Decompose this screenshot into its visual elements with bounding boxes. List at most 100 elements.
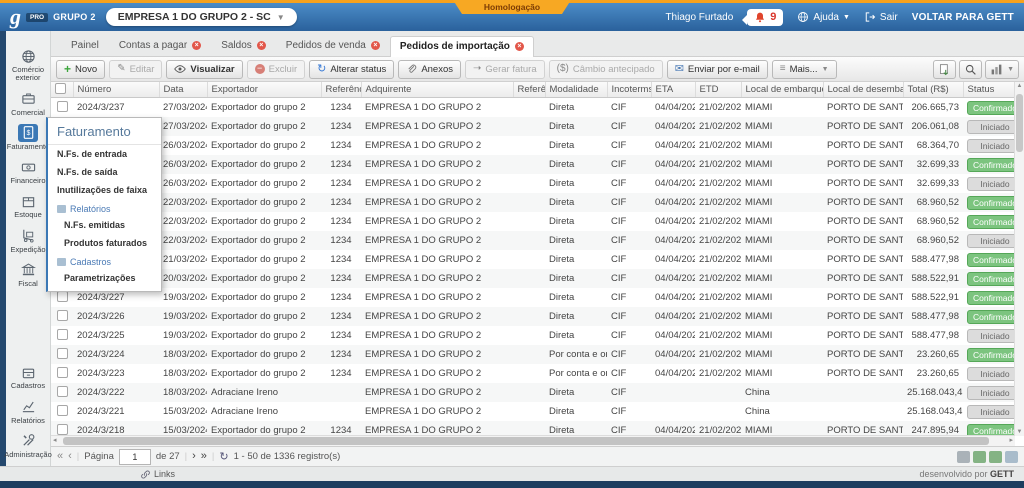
prev-page-button[interactable]: ‹ (68, 451, 72, 462)
row-checkbox[interactable] (57, 310, 68, 321)
row-checkbox[interactable] (57, 348, 68, 359)
last-page-button[interactable]: » (201, 451, 207, 462)
back-to-gett-link[interactable]: VOLTAR PARA GETT (912, 12, 1014, 23)
delete-button[interactable]: −Excluir (247, 60, 306, 79)
row-checkbox[interactable] (57, 367, 68, 378)
row-checkbox[interactable] (57, 101, 68, 112)
table-row[interactable]: 2024/3/22318/03/2024Exportador do grupo … (51, 364, 1014, 383)
cell-refer-ncia: 1234 (321, 117, 361, 136)
links-bar: Links desenvolvido por GETT (0, 466, 1024, 481)
vertical-scroll-thumb[interactable] (1016, 94, 1023, 152)
new-button[interactable]: +Novo (56, 60, 105, 79)
cell-local-de-embarque: MIAMI (741, 117, 823, 136)
table-row[interactable]: 2024/3/22719/03/2024Exportador do grupo … (51, 288, 1014, 307)
table-row[interactable]: 2024/3/23022/03/2024Exportador do grupo … (51, 231, 1014, 250)
tab-close-icon[interactable]: × (371, 41, 380, 50)
attachments-button[interactable]: Anexos (398, 60, 461, 79)
flyout-item-produtos-faturados[interactable]: Produtos faturados (48, 234, 161, 252)
advance-exchange-button[interactable]: ($)Câmbio antecipado (549, 60, 663, 79)
flyout-item-n-fs-de-entrada[interactable]: N.Fs. de entrada (48, 145, 161, 163)
table-row[interactable]: 2024/3/23727/03/2024Exportador do grupo … (51, 98, 1014, 118)
tab-close-icon[interactable]: × (192, 41, 201, 50)
search-button[interactable] (959, 60, 982, 79)
table-row[interactable]: 2024/3/22418/03/2024Exportador do grupo … (51, 345, 1014, 364)
chevron-down-icon: ▼ (843, 14, 850, 21)
flyout-item-parametriza-es[interactable]: Parametrizações (48, 269, 161, 287)
links-button[interactable]: Links (140, 469, 175, 480)
select-all-checkbox[interactable] (55, 83, 66, 94)
scroll-down-icon[interactable]: ▼ (1015, 429, 1024, 435)
tab-close-icon[interactable]: × (257, 41, 266, 50)
logout-button[interactable]: Sair (864, 11, 898, 23)
table-row[interactable]: 2024/3/23326/03/2024Exportador do grupo … (51, 174, 1014, 193)
print-icon[interactable] (957, 451, 970, 463)
export-csv-icon[interactable] (1005, 451, 1018, 463)
table-row[interactable]: 2024/3/22115/03/2024Adraciane IrenoEMPRE… (51, 402, 1014, 421)
row-checkbox[interactable] (57, 329, 68, 340)
tab-pedidos-de-importa-o[interactable]: Pedidos de importação× (390, 36, 534, 57)
sidebar-item-fiscal[interactable]: Fiscal (6, 261, 51, 288)
edit-button[interactable]: ✎Editar (109, 60, 162, 79)
flyout-item-n-fs-emitidas[interactable]: N.Fs. emitidas (48, 216, 161, 234)
company-selector[interactable]: EMPRESA 1 DO GRUPO 2 - SC ▼ (106, 8, 297, 26)
scroll-right-icon[interactable]: ▸ (1009, 436, 1013, 446)
table-row[interactable]: 2024/3/22519/03/2024Exportador do grupo … (51, 326, 1014, 345)
next-page-button[interactable]: › (192, 451, 196, 462)
view-button[interactable]: Visualizar (166, 60, 242, 79)
tab-saldos[interactable]: Saldos× (211, 35, 276, 56)
export-ods-icon[interactable] (989, 451, 1002, 463)
send-email-button[interactable]: ✉Enviar por e-mail (667, 60, 768, 79)
tab-painel[interactable]: Painel (61, 35, 109, 56)
select-all-header[interactable] (51, 82, 73, 98)
row-checkbox[interactable] (57, 386, 68, 397)
sidebar-item-estoque[interactable]: Estoque (6, 192, 51, 219)
flyout-item-n-fs-de-sa-da[interactable]: N.Fs. de saída (48, 163, 161, 181)
tab-contas-a-pagar[interactable]: Contas a pagar× (109, 35, 211, 56)
scroll-up-icon[interactable]: ▲ (1015, 83, 1024, 89)
change-status-button[interactable]: ↻Alterar status (309, 60, 394, 79)
sidebar-item-faturamento[interactable]: $ Faturamento (6, 124, 51, 151)
chart-view-button[interactable]: ▼ (985, 60, 1019, 79)
table-row[interactable]: 2024/3/23526/03/2024Exportador do grupo … (51, 136, 1014, 155)
column-header-refer-ncia: Referência (513, 82, 545, 98)
export-xls-icon[interactable] (973, 451, 986, 463)
table-row[interactable]: 2024/3/22921/03/2024Exportador do grupo … (51, 250, 1014, 269)
sidebar-item-cadastros[interactable]: Cadastros (6, 363, 51, 390)
row-checkbox[interactable] (57, 405, 68, 416)
table-row[interactable]: 2024/3/22218/03/2024Adraciane IrenoEMPRE… (51, 383, 1014, 402)
cell-local-de-embarque: MIAMI (741, 193, 823, 212)
scroll-left-icon[interactable]: ◂ (53, 436, 57, 446)
table-row[interactable]: 2024/3/23222/03/2024Exportador do grupo … (51, 193, 1014, 212)
vertical-scrollbar[interactable]: ▲ ▼ (1014, 82, 1024, 436)
sidebar-item-financeiro[interactable]: Financeiro (6, 158, 51, 185)
row-checkbox[interactable] (57, 291, 68, 302)
table-row[interactable]: 2024/3/23426/03/2024Exportador do grupo … (51, 155, 1014, 174)
first-page-button[interactable]: « (57, 451, 63, 462)
notifications-button[interactable]: 9 (747, 9, 783, 26)
export-button[interactable] (933, 60, 956, 79)
minus-circle-icon: − (255, 64, 265, 74)
tab-pedidos-de-venda[interactable]: Pedidos de venda× (276, 35, 390, 56)
generate-invoice-button[interactable]: ➝Gerar fatura (465, 60, 545, 79)
cell-local-de-embarque: MIAMI (741, 269, 823, 288)
refresh-icon[interactable]: ↻ (219, 450, 228, 463)
sidebar-item-expedicao[interactable]: Expedição (6, 227, 51, 254)
flyout-item-inutiliza-es-de-faixa[interactable]: Inutilizações de faixa (48, 181, 161, 199)
sidebar-item-relatorios[interactable]: Relatórios (6, 398, 51, 425)
table-row[interactable]: 2024/3/23122/03/2024Exportador do grupo … (51, 212, 1014, 231)
sidebar-item-administracao[interactable]: Administração (6, 432, 51, 459)
table-row[interactable]: 2024/3/23627/03/2024Exportador do grupo … (51, 117, 1014, 136)
more-button[interactable]: ≡Mais...▼ (772, 60, 837, 79)
row-checkbox[interactable] (57, 424, 68, 435)
help-menu[interactable]: Ajuda ▼ (797, 11, 850, 23)
horizontal-scroll-thumb[interactable] (63, 437, 989, 445)
page-input[interactable] (119, 449, 151, 465)
table-row[interactable]: 2024/3/22820/03/2024Exportador do grupo … (51, 269, 1014, 288)
cell-status: Confirmado (963, 98, 1014, 118)
table-row[interactable]: 2024/3/22619/03/2024Exportador do grupo … (51, 307, 1014, 326)
horizontal-scrollbar[interactable]: ◂ ▸ (51, 435, 1015, 446)
tab-close-icon[interactable]: × (515, 42, 524, 51)
cell-refer-ncia: 1234 (321, 269, 361, 288)
sidebar-item-comercio-exterior[interactable]: Comércio exterior (6, 47, 51, 83)
sidebar-item-comercial[interactable]: Comercial (6, 90, 51, 117)
